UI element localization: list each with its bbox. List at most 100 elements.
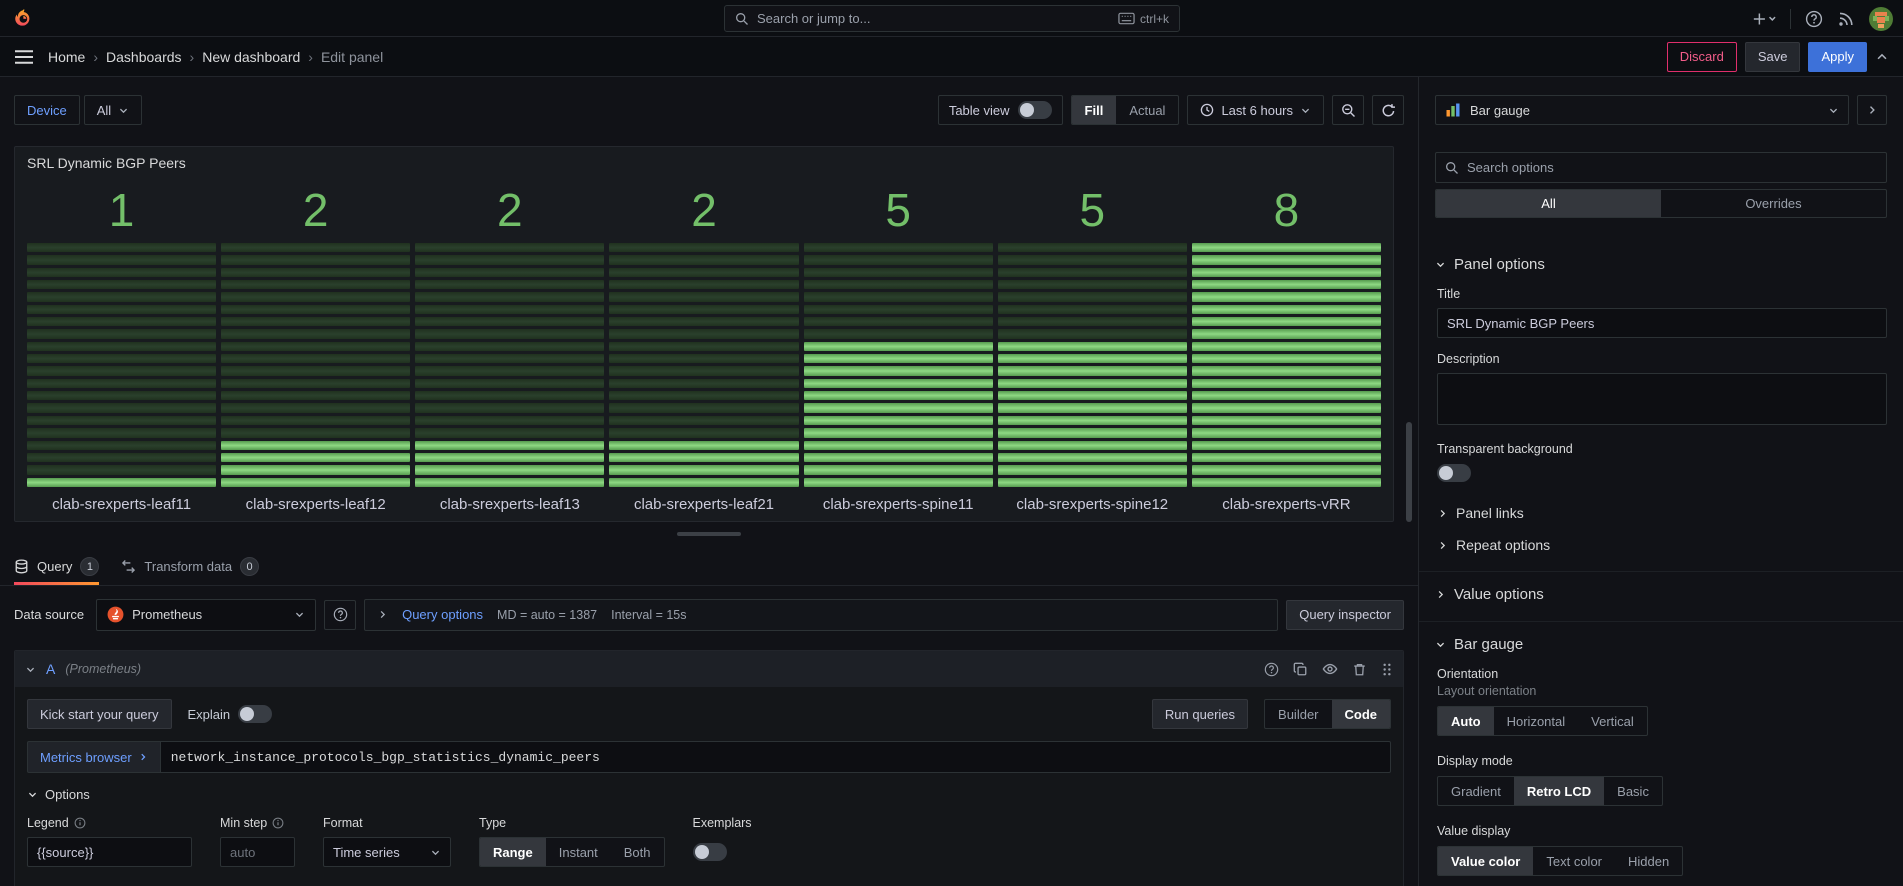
apply-button[interactable]: Apply [1808,42,1867,72]
query-row-header[interactable]: A (Prometheus) [15,651,1403,687]
delete-query-button[interactable] [1352,662,1367,677]
query-options-link[interactable]: Query options [402,607,483,622]
drag-handle[interactable] [1381,662,1393,677]
zoom-out-button[interactable] [1332,95,1364,125]
news-button[interactable] [1837,10,1855,28]
variable-picker: Device All [14,95,142,125]
collapse-sidebar-button[interactable] [1857,95,1887,125]
mega-menu-button[interactable] [14,49,34,65]
text-color-option[interactable]: Text color [1533,847,1615,875]
save-button[interactable]: Save [1745,42,1801,72]
tab-query[interactable]: Query 1 [14,548,99,585]
explain-control: Explain [188,705,273,723]
explain-toggle[interactable] [238,705,272,723]
kick-start-button[interactable]: Kick start your query [27,699,172,729]
tab-all[interactable]: All [1436,190,1661,217]
exemplars-toggle[interactable] [693,843,727,861]
run-queries-button[interactable]: Run queries [1152,699,1248,729]
datasource-help-button[interactable] [324,600,356,630]
lcd-cell [998,305,1187,314]
lcd-cell [1192,478,1381,487]
gauge-cell-stack [415,243,604,487]
format-select[interactable]: Time series [323,837,451,867]
bar-gauge-row: 1clab-srexperts-leaf112clab-srexperts-le… [25,177,1383,513]
viz-type-select[interactable]: Bar gauge [1435,95,1849,125]
orientation-horizontal-option[interactable]: Horizontal [1494,707,1579,735]
type-range-option[interactable]: Range [480,838,546,866]
type-both-option[interactable]: Both [611,838,664,866]
query-count-badge: 1 [80,557,99,576]
hide-query-button[interactable] [1322,661,1338,677]
breadcrumb-new-dashboard[interactable]: New dashboard [202,49,300,65]
duplicate-query-button[interactable] [1293,662,1308,677]
query-help-button[interactable] [1264,662,1279,677]
lcd-cell [609,243,798,252]
refresh-button[interactable] [1372,95,1404,125]
search-input[interactable] [757,11,1110,26]
options-search-input[interactable] [1467,160,1877,175]
actual-option[interactable]: Actual [1116,96,1178,124]
fill-option[interactable]: Fill [1072,96,1117,124]
lcd-cell [27,243,216,252]
orientation-vertical-option[interactable]: Vertical [1578,707,1647,735]
query-inspector-button[interactable]: Query inspector [1286,600,1404,630]
table-view-toggle[interactable] [1018,101,1052,119]
breadcrumb-home[interactable]: Home [48,49,85,65]
lcd-cell [998,403,1187,412]
panel-links-header[interactable]: Panel links [1437,505,1887,521]
panel-description-input[interactable] [1437,373,1887,425]
display-retro-lcd-option[interactable]: Retro LCD [1514,777,1604,805]
global-search[interactable]: ctrl+k [724,5,1180,32]
builder-option[interactable]: Builder [1265,700,1331,728]
value-options-header[interactable]: Value options [1435,586,1887,603]
lcd-cell [609,317,798,326]
bar-gauge-header[interactable]: Bar gauge [1435,636,1887,653]
viz-type-name: Bar gauge [1470,103,1819,118]
promql-expression-input[interactable] [160,741,1391,773]
lcd-cell [415,342,604,351]
transparent-background-toggle[interactable] [1437,464,1471,482]
min-step-input[interactable] [220,837,295,867]
collapse-header-button[interactable] [1875,50,1889,64]
lcd-cell [415,255,604,264]
tab-transform-data[interactable]: Transform data 0 [121,548,259,585]
datasource-picker[interactable]: Prometheus [96,599,316,631]
lcd-cell [609,354,798,363]
options-collapse-header[interactable]: Options [27,787,1391,802]
code-option[interactable]: Code [1332,700,1391,728]
value-color-option[interactable]: Value color [1438,847,1533,875]
viz-panel[interactable]: SRL Dynamic BGP Peers 1clab-srexperts-le… [14,146,1394,522]
panel-options-header[interactable]: Panel options [1435,256,1887,273]
variable-label[interactable]: Device [14,95,80,125]
options-search[interactable] [1435,152,1887,183]
legend-input[interactable] [27,837,192,867]
discard-button[interactable]: Discard [1667,42,1737,72]
help-button[interactable] [1805,10,1823,28]
gauge-cell-stack [221,243,410,487]
hidden-option[interactable]: Hidden [1615,847,1682,875]
new-menu-button[interactable] [1752,11,1776,27]
lcd-cell [609,465,798,474]
lcd-cell [1192,391,1381,400]
pane-splitter[interactable] [0,529,1418,539]
lcd-cell [415,354,604,363]
query-options-box[interactable]: Query options MD = auto = 1387 Interval … [364,599,1278,631]
panel-title-input[interactable] [1437,308,1887,338]
repeat-options-header[interactable]: Repeat options [1437,537,1887,553]
orientation-field: Orientation Layout orientation Auto Hori… [1437,667,1887,736]
database-icon [14,559,29,574]
time-range-picker[interactable]: Last 6 hours [1187,95,1324,125]
tab-overrides[interactable]: Overrides [1661,190,1886,217]
grafana-logo-icon[interactable] [12,7,34,29]
display-basic-option[interactable]: Basic [1604,777,1662,805]
type-instant-option[interactable]: Instant [546,838,611,866]
variable-value-dropdown[interactable]: All [84,95,142,125]
lcd-cell [804,403,993,412]
metrics-browser-button[interactable]: Metrics browser [27,741,160,773]
lcd-cell [609,255,798,264]
display-gradient-option[interactable]: Gradient [1438,777,1514,805]
orientation-auto-option[interactable]: Auto [1438,707,1494,735]
main-scrollbar-thumb[interactable] [1406,422,1412,522]
user-avatar[interactable] [1869,7,1893,31]
breadcrumb-dashboards[interactable]: Dashboards [106,49,182,65]
